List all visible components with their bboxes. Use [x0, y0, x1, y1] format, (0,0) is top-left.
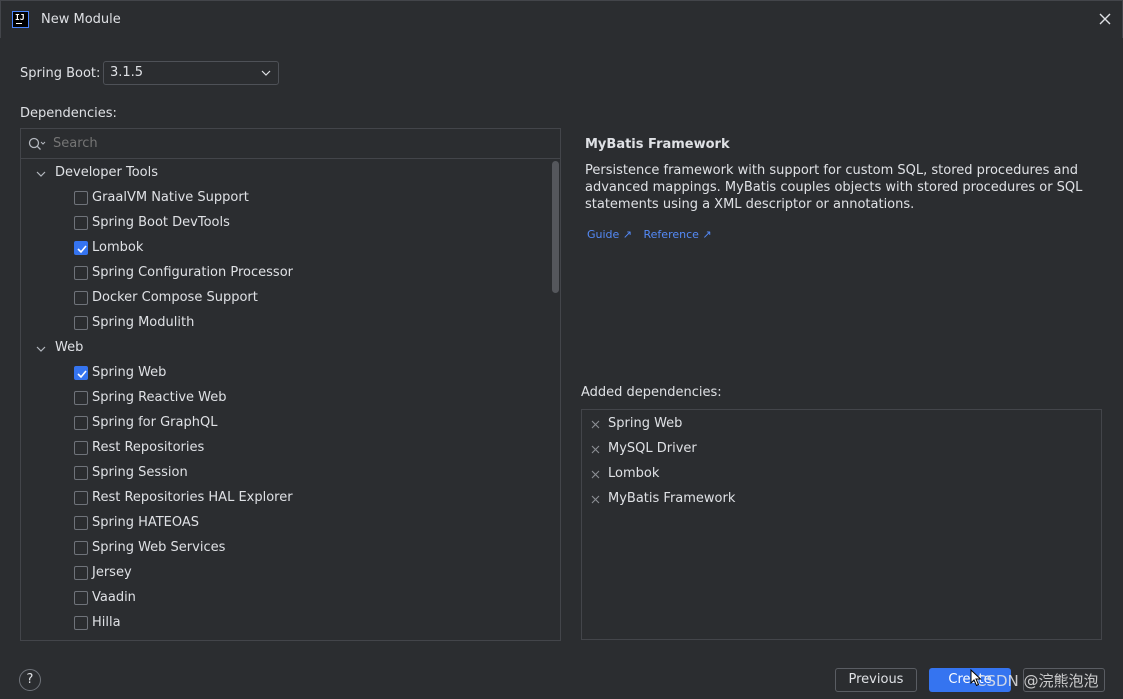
dependency-checkbox[interactable] — [74, 291, 88, 305]
dependency-info-title: MyBatis Framework — [585, 137, 730, 152]
dependency-checkbox[interactable] — [74, 391, 88, 405]
added-dependency-label: MyBatis Framework — [608, 491, 736, 506]
dependency-item-label: Hilla — [92, 615, 121, 630]
chevron-down-icon[interactable] — [36, 345, 46, 353]
dependency-checkbox[interactable] — [74, 466, 88, 480]
dependency-checkbox[interactable] — [74, 366, 88, 380]
added-dependency-label: MySQL Driver — [608, 441, 697, 456]
dependency-item[interactable]: Vaadin — [21, 587, 551, 612]
added-dependency-item: MyBatis Framework — [582, 487, 1101, 512]
search-input[interactable] — [53, 136, 533, 151]
dependency-item[interactable]: Spring for GraphQL — [21, 412, 551, 437]
chevron-down-icon — [261, 70, 271, 76]
dependency-item-label: Rest Repositories HAL Explorer — [92, 490, 293, 505]
guide-link[interactable]: Guide ↗ — [587, 228, 632, 241]
previous-button[interactable]: Previous — [835, 668, 917, 692]
reference-link[interactable]: Reference ↗ — [644, 228, 712, 241]
dependency-checkbox[interactable] — [74, 216, 88, 230]
remove-icon[interactable] — [591, 420, 600, 429]
tree-scrollbar[interactable] — [552, 161, 559, 293]
dependency-item[interactable]: Spring Modulith — [21, 312, 551, 337]
added-dependency-item: Spring Web — [582, 412, 1101, 437]
mouse-cursor-icon — [970, 669, 982, 687]
spring-boot-version-select[interactable]: 3.1.5 — [103, 61, 279, 85]
added-dependency-item: MySQL Driver — [582, 437, 1101, 462]
dependency-item-label: Spring Reactive Web — [92, 390, 227, 405]
dependency-item[interactable]: GraalVM Native Support — [21, 187, 551, 212]
chevron-down-icon[interactable] — [36, 170, 46, 178]
dependency-item[interactable]: Spring Reactive Web — [21, 387, 551, 412]
intellij-logo-icon: IJ — [12, 11, 29, 28]
dependency-links: Guide ↗ Reference ↗ — [587, 228, 720, 241]
remove-icon[interactable] — [591, 470, 600, 479]
search-bar[interactable] — [21, 129, 560, 159]
dependency-item[interactable]: Jersey — [21, 562, 551, 587]
dependency-checkbox[interactable] — [74, 591, 88, 605]
tree-group[interactable]: Web — [21, 337, 551, 362]
remove-icon[interactable] — [591, 495, 600, 504]
dependency-item-label: Spring HATEOAS — [92, 515, 200, 530]
dependency-item[interactable]: Spring Boot DevTools — [21, 212, 551, 237]
tree-group-label: Developer Tools — [55, 165, 159, 180]
dependency-checkbox[interactable] — [74, 241, 88, 255]
dependency-item[interactable]: Lombok — [21, 237, 551, 262]
dependency-item-label: Lombok — [92, 240, 144, 255]
dependency-item[interactable]: Spring Web — [21, 362, 551, 387]
dependencies-label: Dependencies: — [20, 106, 117, 121]
dependency-item[interactable]: Spring Session — [21, 462, 551, 487]
added-dependencies-list: Spring Web MySQL Driver Lombok MyBatis Fram… — [581, 409, 1102, 640]
help-button[interactable]: ? — [19, 669, 41, 691]
dependency-item-label: Spring Boot DevTools — [92, 215, 230, 230]
dependency-checkbox[interactable] — [74, 441, 88, 455]
dependency-item-label: Spring Web — [92, 365, 167, 380]
dependency-item-label: GraalVM Native Support — [92, 190, 249, 205]
dependency-checkbox[interactable] — [74, 616, 88, 630]
dependency-item[interactable]: Rest Repositories — [21, 437, 551, 462]
dependency-item-label: Spring Session — [92, 465, 188, 480]
spring-boot-version-value: 3.1.5 — [110, 65, 144, 80]
dependency-item-label: Jersey — [92, 565, 132, 580]
dependency-item-label: Spring Web Services — [92, 540, 226, 555]
dependency-checkbox[interactable] — [74, 316, 88, 330]
window-title: New Module — [41, 12, 121, 27]
spring-boot-label: Spring Boot: — [20, 66, 101, 81]
added-dependency-label: Spring Web — [608, 416, 683, 431]
dependency-checkbox[interactable] — [74, 416, 88, 430]
checkmark-icon — [77, 370, 87, 379]
dependency-item[interactable]: Spring Web Services — [21, 537, 551, 562]
dependency-info-description: Persistence framework with support for c… — [585, 163, 1083, 212]
dependency-item-label: Docker Compose Support — [92, 290, 258, 305]
dependency-checkbox[interactable] — [74, 541, 88, 555]
dependency-checkbox[interactable] — [74, 566, 88, 580]
dependency-item[interactable]: Docker Compose Support — [21, 287, 551, 312]
remove-icon[interactable] — [591, 445, 600, 454]
tree-group-label: Web — [55, 340, 84, 355]
checkmark-icon — [77, 245, 87, 254]
dependency-item[interactable]: Hilla — [21, 612, 551, 637]
watermark-text: CSDN @浣熊泡泡 — [976, 672, 1099, 690]
dependency-item[interactable]: Rest Repositories HAL Explorer — [21, 487, 551, 512]
dependency-checkbox[interactable] — [74, 491, 88, 505]
added-dependency-label: Lombok — [608, 466, 660, 481]
search-icon — [28, 137, 46, 150]
dependency-item[interactable]: Spring HATEOAS — [21, 512, 551, 537]
dependency-item[interactable]: Spring Configuration Processor — [21, 262, 551, 287]
dependency-item-label: Spring for GraphQL — [92, 415, 218, 430]
dependency-item-label: Spring Configuration Processor — [92, 265, 293, 280]
close-icon[interactable] — [1098, 12, 1112, 26]
dependency-checkbox[interactable] — [74, 266, 88, 280]
dependency-item-label: Spring Modulith — [92, 315, 195, 330]
added-dependencies-label: Added dependencies: — [581, 385, 722, 400]
dependency-checkbox[interactable] — [74, 191, 88, 205]
dependencies-panel: Developer Tools GraalVM Native Support Spr… — [20, 128, 561, 641]
dependency-item-label: Rest Repositories — [92, 440, 205, 455]
added-dependency-item: Lombok — [582, 462, 1101, 487]
title-bar: IJ New Module — [0, 0, 1123, 38]
dependency-item-label: Vaadin — [92, 590, 136, 605]
dependency-checkbox[interactable] — [74, 516, 88, 530]
tree-group[interactable]: Developer Tools — [21, 162, 551, 187]
